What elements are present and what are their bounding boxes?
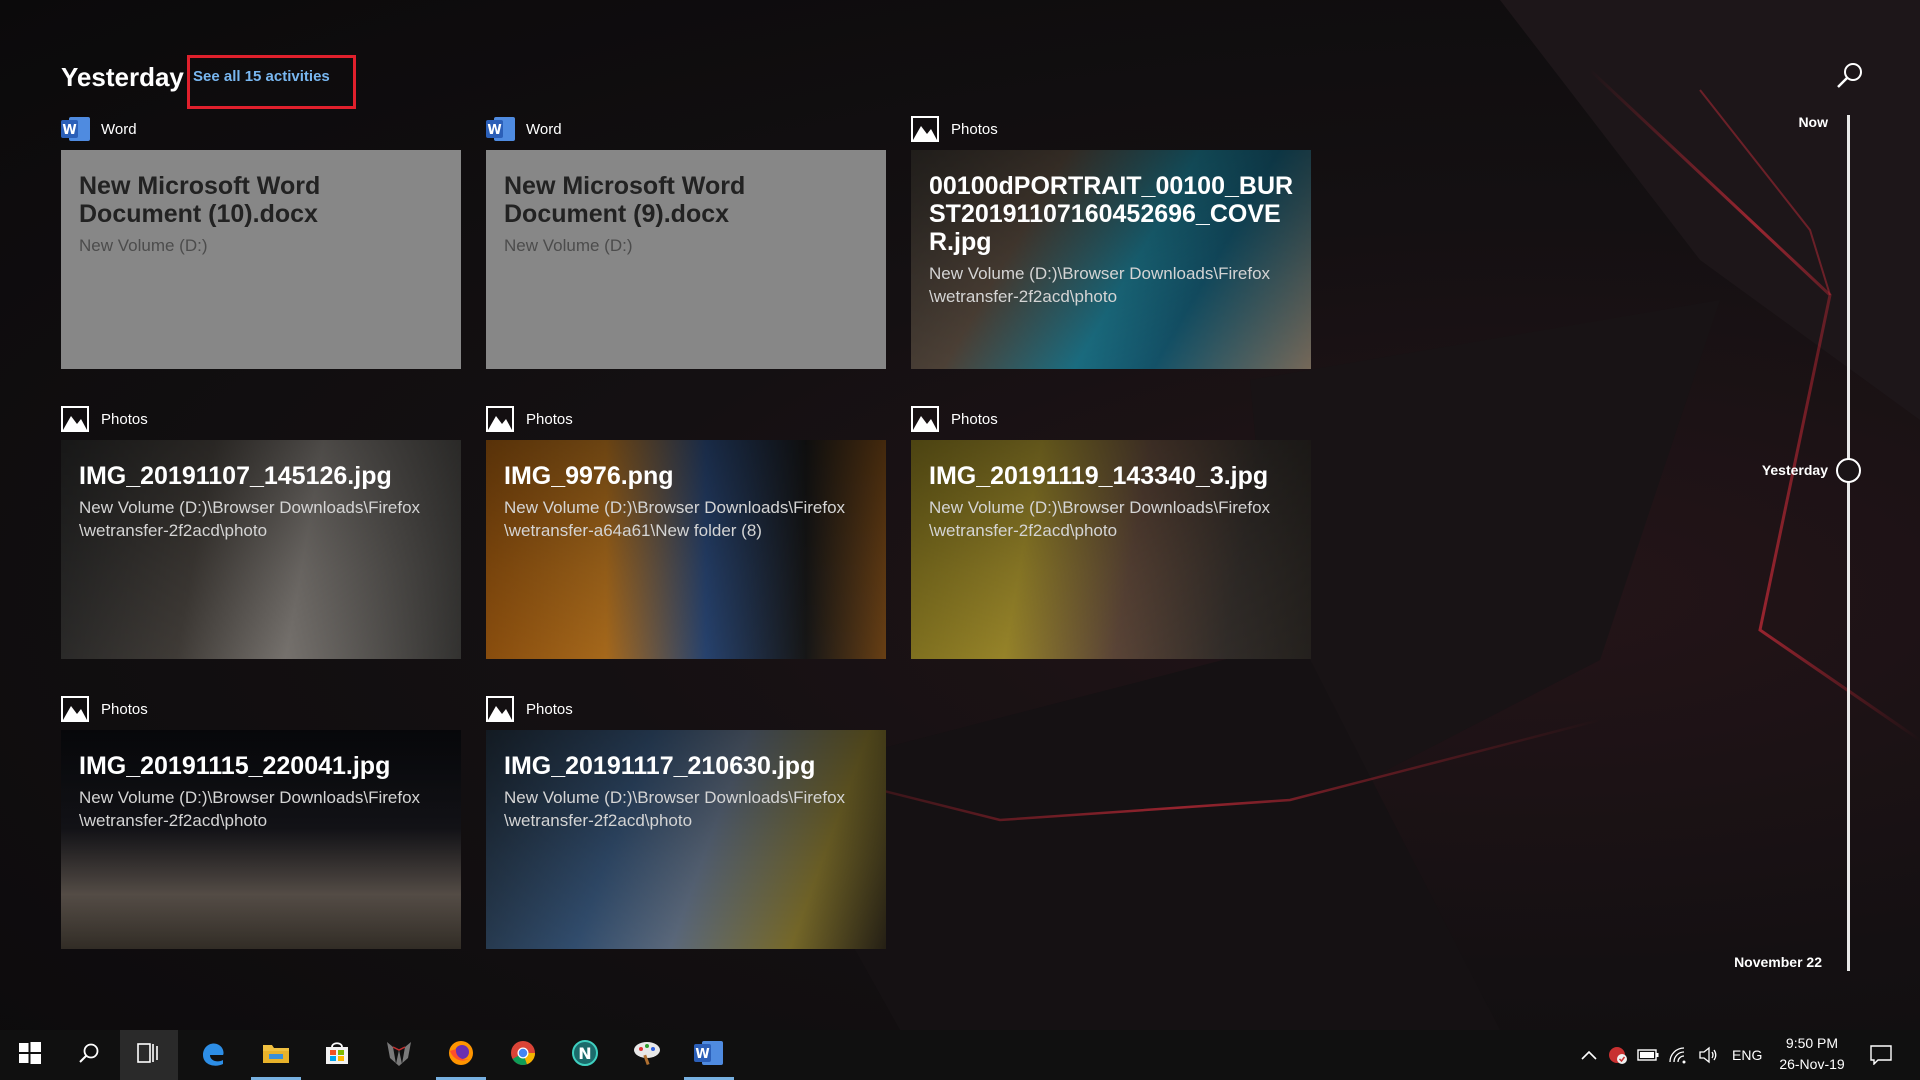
activity-path: New Volume (D:)	[79, 236, 208, 255]
activity-path: New Volume (D:)	[504, 236, 633, 255]
activity-card[interactable]: W Word New Microsoft Word Document (9).d…	[486, 114, 886, 369]
activity-thumbnail[interactable]: IMG_20191119_143340_3.jpg New Volume (D:…	[911, 440, 1311, 659]
windows-start-icon	[19, 1041, 41, 1069]
activity-title: 00100dPORTRAIT_00100_BURST20191107160452…	[929, 172, 1294, 256]
activity-thumbnail[interactable]: New Microsoft Word Document (10).docx Ne…	[61, 150, 461, 369]
app-name: Photos	[101, 410, 148, 428]
taskbar-app-firefox[interactable]	[432, 1030, 490, 1080]
timeline-position-knob[interactable]	[1836, 458, 1861, 483]
app-name: Photos	[526, 700, 573, 718]
photos-icon	[61, 406, 91, 432]
search-icon[interactable]	[1834, 60, 1866, 92]
timeline-label-now[interactable]: Now	[1760, 114, 1828, 130]
section-title: Yesterday	[61, 62, 184, 92]
activity-title: IMG_20191119_143340_3.jpg	[929, 462, 1269, 490]
language-indicator[interactable]: ENG	[1732, 1047, 1762, 1063]
taskbar-app-edge[interactable]	[184, 1030, 242, 1080]
activity-path: New Volume (D:)\Browser Downloads\Firefo…	[504, 498, 846, 540]
taskbar-app-chrome[interactable]	[494, 1030, 552, 1080]
activity-card[interactable]: Photos IMG_20191107_145126.jpg New Volum…	[61, 404, 461, 659]
wifi-icon[interactable]	[1667, 1044, 1689, 1066]
activity-card[interactable]: Photos IMG_20191119_143340_3.jpg New Vol…	[911, 404, 1311, 659]
activity-title: New Microsoft Word Document (10).docx	[79, 172, 321, 228]
taskbar-app-paint[interactable]	[618, 1030, 676, 1080]
activity-card[interactable]: Photos IMG_9976.png New Volume (D:)\Brow…	[486, 404, 886, 659]
activity-thumbnail[interactable]: New Microsoft Word Document (9).docx New…	[486, 150, 886, 369]
highlight-annotation	[187, 55, 356, 109]
svg-text:N: N	[578, 1044, 591, 1063]
activity-thumbnail[interactable]: IMG_20191107_145126.jpg New Volume (D:)\…	[61, 440, 461, 659]
activity-title: IMG_9976.png	[504, 462, 674, 490]
word-icon: W	[694, 1040, 724, 1071]
activity-card[interactable]: W Word New Microsoft Word Document (10).…	[61, 114, 461, 369]
photos-icon	[486, 696, 516, 722]
app-name: Word	[101, 120, 137, 138]
battery-icon[interactable]	[1637, 1044, 1659, 1066]
timeline-scrollbar[interactable]	[1847, 115, 1850, 971]
antivirus-icon[interactable]	[1607, 1044, 1629, 1066]
firefox-icon	[447, 1039, 475, 1072]
clock-date: 26-Nov-19	[1779, 1056, 1845, 1072]
activity-thumbnail[interactable]: IMG_20191115_220041.jpg New Volume (D:)\…	[61, 730, 461, 949]
task-view-button[interactable]	[120, 1030, 178, 1080]
store-icon	[324, 1040, 350, 1071]
app-name: Photos	[951, 120, 998, 138]
search-icon	[78, 1042, 100, 1069]
activity-thumbnail[interactable]: IMG_20191117_210630.jpg New Volume (D:)\…	[486, 730, 886, 949]
taskbar-search-button[interactable]	[60, 1030, 118, 1080]
activity-path: New Volume (D:)\Browser Downloads\Firefo…	[79, 498, 421, 540]
start-button[interactable]	[1, 1030, 59, 1080]
taskbar: N W ENG 9:50 PM 26-Nov-19	[0, 1030, 1920, 1080]
activity-card[interactable]: Photos IMG_20191115_220041.jpg New Volum…	[61, 694, 461, 949]
activity-thumbnail[interactable]: IMG_9976.png New Volume (D:)\Browser Dow…	[486, 440, 886, 659]
timeline-label-yesterday[interactable]: Yesterday	[1728, 462, 1828, 478]
task-view-icon	[137, 1042, 161, 1069]
photos-icon	[486, 406, 516, 432]
activity-path: New Volume (D:)\Browser Downloads\Firefo…	[79, 788, 421, 830]
predator-icon	[384, 1038, 414, 1073]
paint-icon	[632, 1039, 662, 1072]
activity-path: New Volume (D:)\Browser Downloads\Firefo…	[504, 788, 846, 830]
app-name: Photos	[951, 410, 998, 428]
activity-title: IMG_20191117_210630.jpg	[504, 752, 816, 780]
app-name: Word	[526, 120, 562, 138]
chrome-icon	[509, 1039, 537, 1072]
word-icon: W	[61, 116, 91, 142]
file-explorer-icon	[262, 1041, 290, 1070]
activity-path: New Volume (D:)\Browser Downloads\Firefo…	[929, 498, 1271, 540]
edge-icon	[199, 1039, 227, 1072]
taskbar-app-word[interactable]: W	[680, 1030, 738, 1080]
activity-title: New Microsoft Word Document (9).docx	[504, 172, 746, 228]
photos-icon	[911, 116, 941, 142]
svg-text:W: W	[62, 123, 76, 138]
word-icon: W	[486, 116, 516, 142]
photos-icon	[61, 696, 91, 722]
activity-thumbnail[interactable]: 00100dPORTRAIT_00100_BURST20191107160452…	[911, 150, 1311, 369]
activity-title: IMG_20191115_220041.jpg	[79, 752, 391, 780]
activity-card[interactable]: Photos 00100dPORTRAIT_00100_BURST2019110…	[911, 114, 1311, 369]
clock[interactable]: 9:50 PM 26-Nov-19	[1762, 1033, 1862, 1075]
n-app-icon: N	[571, 1039, 599, 1072]
volume-icon[interactable]	[1697, 1044, 1719, 1066]
notification-icon[interactable]	[1868, 1044, 1894, 1066]
activity-card[interactable]: Photos IMG_20191117_210630.jpg New Volum…	[486, 694, 886, 949]
app-name: Photos	[526, 410, 573, 428]
clock-time: 9:50 PM	[1785, 1035, 1839, 1051]
photos-icon	[911, 406, 941, 432]
activity-title: IMG_20191107_145126.jpg	[79, 462, 392, 490]
timeline-label-november-22[interactable]: November 22	[1702, 954, 1822, 970]
taskbar-app-file-explorer[interactable]	[247, 1030, 305, 1080]
app-name: Photos	[101, 700, 148, 718]
taskbar-app-predator[interactable]	[370, 1030, 428, 1080]
svg-text:W: W	[487, 123, 501, 138]
activity-path: New Volume (D:)\Browser Downloads\Firefo…	[929, 264, 1271, 306]
taskbar-app-store[interactable]	[308, 1030, 366, 1080]
svg-text:W: W	[695, 1047, 709, 1062]
taskbar-app-n[interactable]: N	[556, 1030, 614, 1080]
chevron-up-icon[interactable]	[1578, 1044, 1600, 1066]
